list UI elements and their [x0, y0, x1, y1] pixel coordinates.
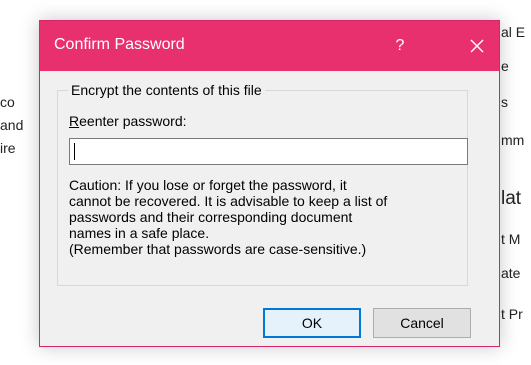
password-field-label-text: eenter password: — [79, 113, 187, 129]
background-text: t Pr — [501, 306, 523, 322]
background-text: ate — [501, 265, 521, 281]
background-text: co — [0, 94, 15, 110]
background-text: s — [501, 94, 508, 110]
dialog-titlebar[interactable]: Confirm Password ? — [40, 21, 499, 71]
caution-text: Caution: If you lose or forget the passw… — [69, 177, 461, 257]
help-icon: ? — [395, 37, 405, 54]
ok-button[interactable]: OK — [263, 308, 361, 338]
confirm-password-dialog: Confirm Password ? Encrypt the contents … — [39, 20, 500, 347]
encrypt-group: Encrypt the contents of this file Reente… — [57, 82, 468, 286]
text-caret — [74, 143, 75, 160]
password-input[interactable] — [69, 138, 468, 165]
background-text: mm — [501, 132, 525, 148]
background-text: t M — [501, 231, 521, 247]
caution-line: (Remember that passwords are case-sensit… — [69, 241, 367, 257]
background-text: e — [501, 58, 509, 74]
cancel-button[interactable]: Cancel — [373, 308, 471, 338]
close-button[interactable] — [454, 21, 500, 71]
help-button[interactable]: ? — [385, 21, 415, 71]
background-text: ire — [0, 140, 16, 156]
caution-line: passwords and their corresponding docume… — [69, 209, 353, 225]
caution-line: cannot be recovered. It is advisable to … — [69, 193, 388, 209]
dialog-title: Confirm Password — [54, 36, 185, 53]
group-label: Encrypt the contents of this file — [68, 82, 265, 98]
background-text: and — [0, 117, 24, 133]
caution-line: Caution: If you lose or forget the passw… — [69, 177, 347, 193]
background-text: lat — [501, 188, 522, 209]
password-field-label: Reenter password: — [69, 113, 187, 129]
close-icon — [470, 39, 484, 53]
background-text: al E — [501, 24, 526, 40]
caution-line: names in a safe place. — [69, 225, 210, 241]
access-key: R — [69, 113, 80, 129]
